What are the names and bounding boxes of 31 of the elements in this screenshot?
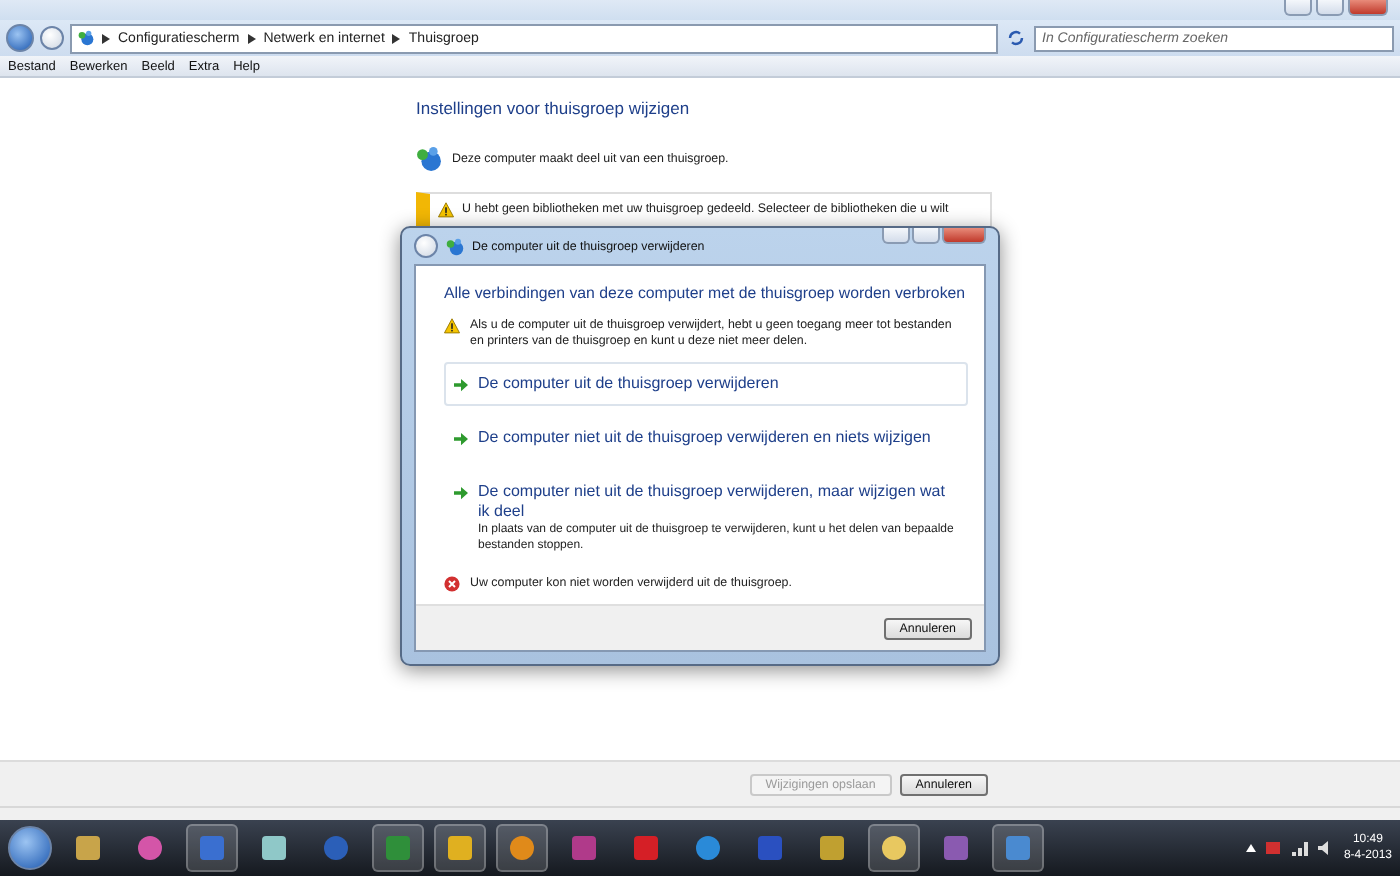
arrow-icon xyxy=(454,486,468,500)
warning-icon xyxy=(438,202,454,218)
refresh-icon[interactable] xyxy=(1004,26,1028,50)
breadcrumb-arrow-icon xyxy=(392,33,401,43)
page-title: Instellingen voor thuisgroep wijzigen xyxy=(416,98,692,118)
colorful-app-icon[interactable] xyxy=(570,834,598,862)
command-link[interactable]: De computer niet uit de thuisgroep verwijderen en niets wijzigen xyxy=(444,416,968,460)
back-button[interactable] xyxy=(414,234,438,258)
minimize-button[interactable] xyxy=(1284,0,1312,16)
forward-button[interactable] xyxy=(40,26,64,50)
tray-up-arrow-icon[interactable] xyxy=(1245,844,1256,852)
back-button[interactable] xyxy=(6,24,34,52)
warning-icon xyxy=(444,318,460,334)
error-icon xyxy=(444,576,460,592)
network-globe-icon xyxy=(446,237,464,255)
maximize-button[interactable] xyxy=(1316,0,1344,16)
signal-icon[interactable] xyxy=(1291,840,1308,856)
arrow-icon xyxy=(454,432,468,446)
maximize-button[interactable] xyxy=(912,228,940,244)
close-button[interactable] xyxy=(942,228,986,244)
breadcrumb-arrow-icon xyxy=(102,33,110,43)
breadcrumb-arrow-icon xyxy=(247,33,256,43)
network-globe-icon xyxy=(416,146,442,172)
command-link[interactable]: De computer uit de thuisgroep verwijderen xyxy=(444,362,968,406)
app-icon[interactable] xyxy=(942,834,970,862)
close-button[interactable] xyxy=(1348,0,1388,16)
minimize-button[interactable] xyxy=(882,228,910,244)
start-orb-icon[interactable] xyxy=(8,826,52,870)
network-globe-icon xyxy=(78,30,94,46)
speaker-icon[interactable] xyxy=(1317,840,1334,856)
arrow-icon xyxy=(454,378,468,392)
